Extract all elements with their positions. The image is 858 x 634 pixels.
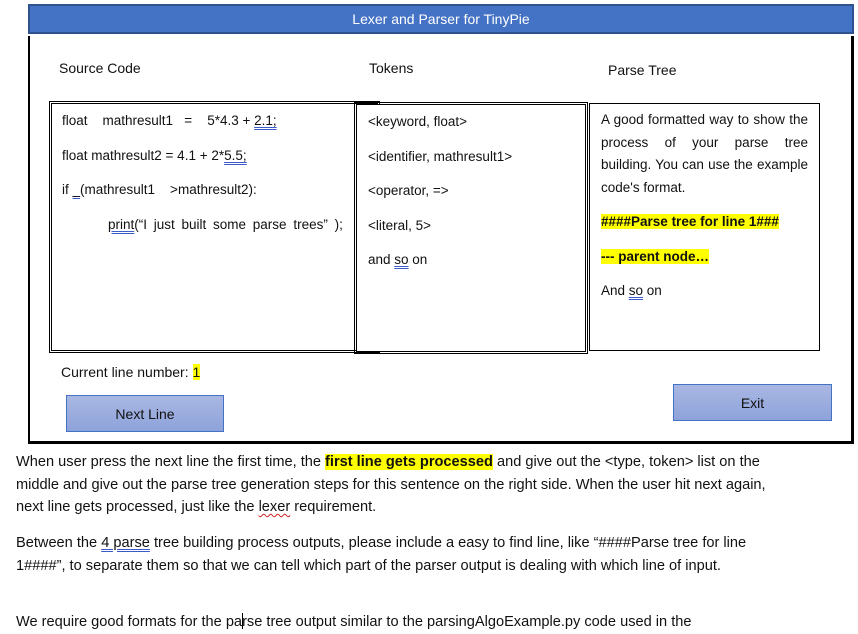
parse-tree-heading: Parse Tree <box>608 62 677 78</box>
tokens-and-so-on: and so on <box>368 252 428 267</box>
source-line-3: if _(mathresult1 >mathresult2): <box>62 182 257 197</box>
current-line-number: Current line number: 1 <box>61 364 201 380</box>
token-item: <identifier, mathresult1> <box>368 148 513 164</box>
lexer-parser-window: Lexer and Parser for TinyPie Source Code… <box>28 4 856 446</box>
parse-tree-description: A good formatted way to show the process… <box>601 112 808 195</box>
grammar-flag: 4 parse <box>101 535 150 551</box>
parse-tree-panel[interactable]: A good formatted way to show the process… <box>589 103 820 351</box>
source-line-1: float mathresult1 = 5*4.3 + 2.1; <box>62 113 277 128</box>
highlighted-phrase: first line gets processed <box>325 454 493 470</box>
current-line-label: Current line number: <box>61 364 193 380</box>
parse-tree-header-row: ####Parse tree for line 1### <box>601 211 808 234</box>
window-title: Lexer and Parser for TinyPie <box>352 11 530 27</box>
parse-tree-node-line: --- parent node… <box>601 248 709 264</box>
current-line-value: 1 <box>192 364 201 380</box>
source-line-2: float mathresult2 = 4.1 + 2*5.5; <box>62 147 247 163</box>
window-titlebar: Lexer and Parser for TinyPie <box>28 4 854 34</box>
doc-paragraph-3: We require good formats for the parse tr… <box>16 613 692 630</box>
next-line-button[interactable]: Next Line <box>66 395 224 432</box>
exit-button[interactable]: Exit <box>673 384 832 421</box>
source-code-panel[interactable]: float mathresult1 = 5*4.3 + 2.1; float m… <box>49 101 380 353</box>
source-code-heading: Source Code <box>59 60 141 76</box>
token-item: <operator, => <box>368 183 449 198</box>
doc-paragraph-1: When user press the next line the first … <box>16 454 766 515</box>
parse-tree-header-line: ####Parse tree for line 1### <box>601 214 779 229</box>
source-line-4: print(“I just built some parse trees” ); <box>108 216 343 232</box>
doc-paragraph-2: Between the 4 parse tree building proces… <box>16 535 747 574</box>
token-item: <literal, 5> <box>368 217 432 233</box>
spellcheck-word: lexer <box>258 499 291 515</box>
tokens-panel[interactable]: <keyword, float> <identifier, mathresult… <box>354 102 588 354</box>
tokens-heading: Tokens <box>369 60 414 76</box>
parse-tree-node-row: --- parent node… <box>601 246 808 269</box>
token-item: <keyword, float> <box>368 114 468 129</box>
parse-tree-and-so-on: And so on <box>601 283 662 298</box>
